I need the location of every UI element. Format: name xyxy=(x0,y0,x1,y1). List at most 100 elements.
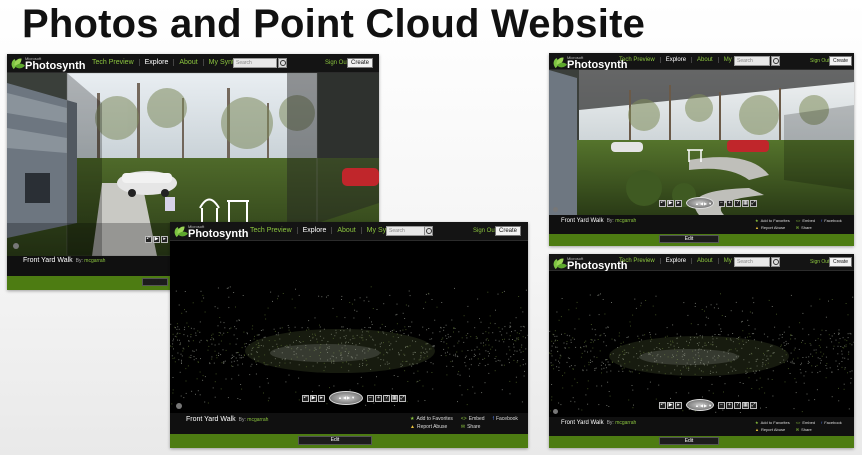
search-input[interactable]: Search xyxy=(233,58,277,68)
nav-explore[interactable]: Explore xyxy=(659,258,691,264)
sign-out-link[interactable]: Sign Out xyxy=(473,228,496,234)
nav-pad-icon[interactable] xyxy=(686,399,714,411)
zoom-in-icon[interactable]: + xyxy=(726,199,733,207)
point-cloud-point xyxy=(450,361,452,363)
search-icon[interactable] xyxy=(771,56,780,66)
next-icon[interactable]: ▸ xyxy=(318,394,325,402)
zoom-out-icon[interactable]: − xyxy=(718,199,725,207)
help-icon[interactable]: ? xyxy=(734,199,741,207)
nav-tech-preview[interactable]: Tech Preview xyxy=(87,59,139,66)
play-icon[interactable]: ▶ xyxy=(153,236,160,243)
fullscreen-icon[interactable]: ⤢ xyxy=(399,394,406,402)
grid-icon[interactable]: ▦ xyxy=(742,401,749,409)
photo-viewer[interactable]: ↶ ▶ ▸ − + ? ▦ ⤢ xyxy=(549,70,854,215)
facebook-link[interactable]: f Facebook xyxy=(493,416,518,422)
fullscreen-icon[interactable]: ⤢ xyxy=(750,401,757,409)
fullscreen-icon[interactable]: ⤢ xyxy=(750,199,757,207)
nav-about[interactable]: About xyxy=(173,59,202,66)
point-cloud-point xyxy=(779,334,781,336)
point-cloud-viewer[interactable]: ↶ ▶ ▸ − + ? ▦ ⤢ xyxy=(170,241,528,413)
share-link[interactable]: ✉ Share xyxy=(796,427,815,432)
point-cloud-point xyxy=(403,333,405,334)
embed-link[interactable]: <> Embed xyxy=(461,416,485,422)
rotate-icon[interactable]: ↶ xyxy=(145,236,152,243)
facebook-link[interactable]: f Facebook xyxy=(821,218,842,223)
edit-button[interactable]: Edit xyxy=(142,278,168,286)
point-cloud-point xyxy=(652,305,654,307)
point-cloud-point xyxy=(489,322,491,324)
photosynth-logo-icon[interactable]: Microsoft Photosynth xyxy=(172,224,249,240)
point-cloud-point xyxy=(705,324,707,326)
sign-out-link[interactable]: Sign Out xyxy=(810,259,829,265)
zoom-out-icon[interactable]: − xyxy=(367,394,374,402)
sign-out-link[interactable]: Sign Out xyxy=(325,60,348,66)
point-cloud-point xyxy=(429,338,431,340)
point-cloud-point xyxy=(182,350,184,352)
embed-link[interactable]: <> Embed xyxy=(796,218,815,223)
add-favorites-link[interactable]: ★ Add to Favorites xyxy=(755,218,790,223)
create-button[interactable]: Create xyxy=(495,226,522,236)
nav-about[interactable]: About xyxy=(331,227,360,234)
play-icon[interactable]: ▶ xyxy=(667,199,674,207)
nav-explore[interactable]: Explore xyxy=(138,59,174,66)
photosynth-logo-icon[interactable]: Microsoft Photosynth xyxy=(9,56,86,72)
report-abuse-link[interactable]: ▲ Report Abuse xyxy=(755,225,790,230)
add-favorites-link[interactable]: ★ Add to Favorites xyxy=(755,420,790,425)
report-abuse-link[interactable]: ▲ Report Abuse xyxy=(410,424,453,430)
sign-out-link[interactable]: Sign Out xyxy=(810,58,829,64)
nav-tech-preview[interactable]: Tech Preview xyxy=(245,227,297,234)
point-cloud-point xyxy=(702,396,703,398)
play-icon[interactable]: ▶ xyxy=(310,394,317,402)
author-link[interactable]: mcgarrah xyxy=(615,218,636,224)
edit-button[interactable]: Edit xyxy=(659,437,719,445)
nav-explore[interactable]: Explore xyxy=(296,227,332,234)
facebook-link[interactable]: f Facebook xyxy=(821,420,842,425)
nav-tech-preview[interactable]: Tech Preview xyxy=(614,258,660,264)
edit-button[interactable]: Edit xyxy=(659,235,719,243)
nav-about[interactable]: About xyxy=(691,57,718,63)
point-cloud-point xyxy=(202,375,204,377)
point-cloud-point xyxy=(813,328,815,330)
search-input[interactable]: Search xyxy=(734,257,770,267)
grid-icon[interactable]: ▦ xyxy=(391,394,398,402)
nav-pad-icon[interactable] xyxy=(686,197,714,209)
author-link[interactable]: mcgarrah xyxy=(615,420,636,426)
rotate-icon[interactable]: ↶ xyxy=(659,199,666,207)
rotate-icon[interactable]: ↶ xyxy=(659,401,666,409)
search-input[interactable]: Search xyxy=(734,56,770,66)
search-icon[interactable] xyxy=(278,58,287,68)
next-icon[interactable]: ▸ xyxy=(675,199,682,207)
search-icon[interactable] xyxy=(771,257,780,267)
zoom-in-icon[interactable]: + xyxy=(375,394,382,402)
author-link[interactable]: mcgarrah xyxy=(84,258,105,264)
share-link[interactable]: ✉ Share xyxy=(461,424,485,430)
create-button[interactable]: Create xyxy=(347,58,374,68)
rotate-icon[interactable]: ↶ xyxy=(302,394,309,402)
report-abuse-link[interactable]: ▲ Report Abuse xyxy=(755,427,790,432)
zoom-in-icon[interactable]: + xyxy=(726,401,733,409)
next-icon[interactable]: ▸ xyxy=(161,236,168,243)
edit-button[interactable]: Edit xyxy=(298,436,372,445)
zoom-out-icon[interactable]: − xyxy=(718,401,725,409)
next-icon[interactable]: ▸ xyxy=(675,401,682,409)
nav-explore[interactable]: Explore xyxy=(659,57,691,63)
point-cloud-point xyxy=(842,357,844,359)
nav-pad-icon[interactable] xyxy=(329,391,363,405)
nav-about[interactable]: About xyxy=(691,258,718,264)
grid-icon[interactable]: ▦ xyxy=(742,199,749,207)
author-link[interactable]: mcgarrah xyxy=(247,417,268,423)
facebook-icon: f xyxy=(821,218,823,223)
point-cloud-viewer[interactable]: ↶ ▶ ▸ − + ? ▦ ⤢ xyxy=(549,271,854,417)
embed-link[interactable]: <> Embed xyxy=(796,420,815,425)
help-icon[interactable]: ? xyxy=(734,401,741,409)
point-cloud-point xyxy=(633,404,634,406)
help-icon[interactable]: ? xyxy=(383,394,390,402)
point-cloud-point xyxy=(583,346,585,348)
share-link[interactable]: ✉ Share xyxy=(796,225,815,230)
play-icon[interactable]: ▶ xyxy=(667,401,674,409)
search-icon[interactable] xyxy=(424,226,433,236)
add-favorites-link[interactable]: ★ Add to Favorites xyxy=(410,416,453,422)
nav-tech-preview[interactable]: Tech Preview xyxy=(614,57,660,63)
create-button[interactable]: Create xyxy=(829,257,853,267)
create-button[interactable]: Create xyxy=(829,56,853,66)
